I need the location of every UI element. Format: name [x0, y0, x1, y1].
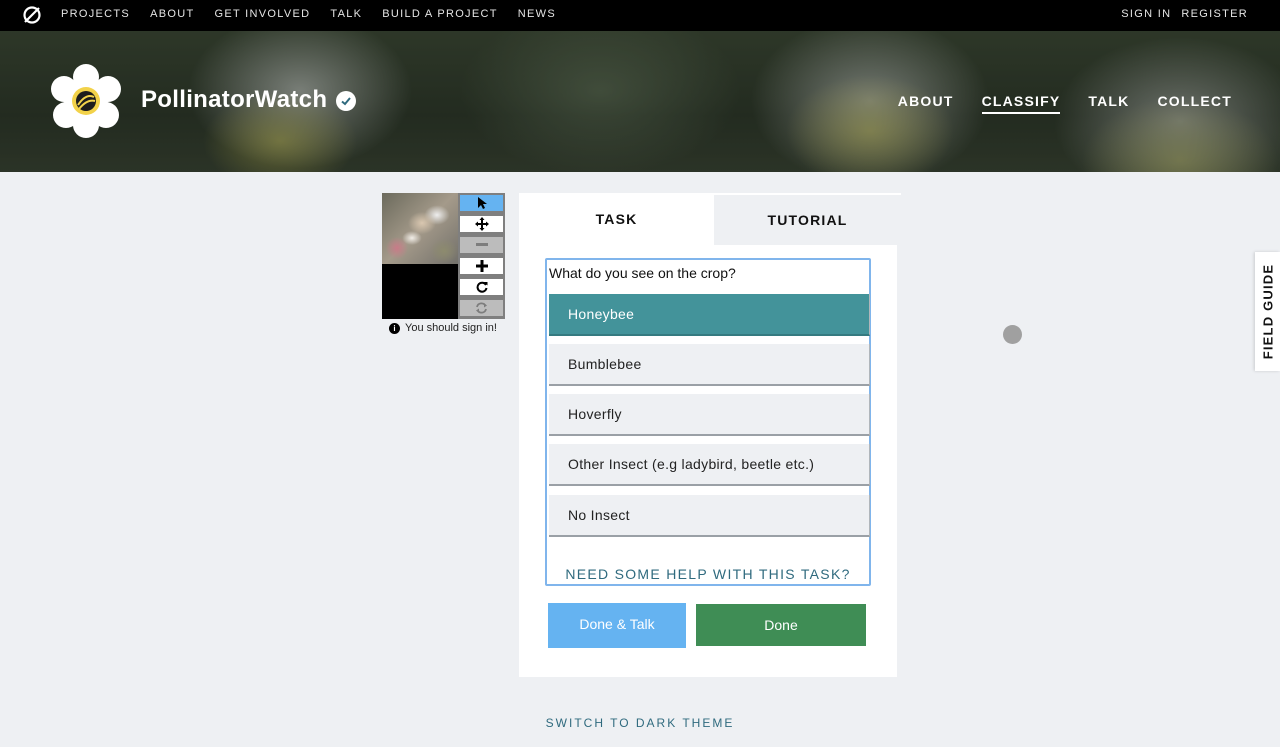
answer-honeybee[interactable]: Honeybee — [549, 294, 870, 336]
project-nav-talk[interactable]: TALK — [1088, 93, 1129, 114]
info-icon: i — [389, 322, 400, 334]
image-toolbar — [458, 193, 505, 319]
move-tool-button[interactable] — [460, 216, 503, 232]
zoom-out-button[interactable] — [460, 237, 503, 253]
project-nav-collect[interactable]: COLLECT — [1157, 93, 1232, 114]
done-and-talk-button[interactable]: Done & Talk — [548, 603, 686, 648]
top-navbar: PROJECTS ABOUT GET INVOLVED TALK BUILD A… — [0, 0, 1280, 31]
sign-in-notice: i You should sign in! — [389, 322, 497, 334]
zoom-in-button[interactable] — [460, 258, 503, 274]
reset-icon — [476, 302, 487, 314]
task-panel: TASK TUTORIAL What do you see on the cro… — [519, 193, 901, 677]
nav-talk[interactable]: TALK — [330, 8, 362, 20]
tab-tutorial[interactable]: TUTORIAL — [714, 193, 901, 245]
sign-in-link[interactable]: SIGN IN — [1121, 8, 1171, 20]
answer-no-insect[interactable]: No Insect — [549, 495, 870, 537]
pointer-icon — [477, 197, 487, 209]
register-link[interactable]: REGISTER — [1181, 8, 1248, 20]
move-icon — [474, 217, 489, 231]
field-guide-tab[interactable]: FIELD GUIDE — [1255, 252, 1280, 371]
zooniverse-logo-icon[interactable] — [22, 5, 42, 25]
nav-get-involved[interactable]: GET INVOLVED — [214, 8, 310, 20]
auth-links: SIGN IN REGISTER — [1121, 8, 1248, 20]
answer-hoverfly[interactable]: Hoverfly — [549, 394, 870, 436]
tab-task[interactable]: TASK — [519, 193, 714, 245]
task-question: What do you see on the crop? — [549, 265, 736, 281]
answer-bumblebee[interactable]: Bumblebee — [549, 344, 870, 386]
project-nav-about[interactable]: ABOUT — [898, 93, 954, 114]
reset-view-button[interactable] — [460, 300, 503, 316]
rotate-icon — [476, 281, 487, 293]
loading-dot — [1003, 325, 1022, 344]
project-avatar[interactable] — [48, 63, 124, 139]
field-guide-label: FIELD GUIDE — [1260, 263, 1276, 360]
site-links: PROJECTS ABOUT GET INVOLVED TALK BUILD A… — [61, 8, 576, 20]
project-nav: ABOUT CLASSIFY TALK COLLECT — [898, 93, 1232, 114]
nav-build-a-project[interactable]: BUILD A PROJECT — [382, 8, 497, 20]
pointer-tool-button[interactable] — [460, 195, 503, 211]
project-nav-classify[interactable]: CLASSIFY — [981, 93, 1061, 114]
task-tabs: TASK TUTORIAL — [519, 193, 901, 245]
nav-news[interactable]: NEWS — [518, 8, 556, 20]
nav-about[interactable]: ABOUT — [150, 8, 194, 20]
zoom-in-icon — [475, 260, 488, 272]
task-help-link[interactable]: NEED SOME HELP WITH THIS TASK? — [547, 566, 869, 582]
verified-badge-icon — [336, 91, 356, 111]
task-question-box: What do you see on the crop? Honeybee Bu… — [545, 258, 871, 586]
project-title[interactable]: PollinatorWatch — [141, 86, 327, 114]
nav-projects[interactable]: PROJECTS — [61, 8, 130, 20]
done-button[interactable]: Done — [696, 604, 866, 646]
answer-other-insect[interactable]: Other Insect (e.g ladybird, beetle etc.) — [549, 444, 870, 486]
dark-theme-toggle[interactable]: SWITCH TO DARK THEME — [0, 716, 1280, 730]
zoom-out-icon — [475, 243, 488, 246]
sign-in-notice-text: You should sign in! — [405, 322, 497, 334]
project-header: PollinatorWatch ABOUT CLASSIFY TALK COLL… — [0, 31, 1280, 172]
rotate-button[interactable] — [460, 279, 503, 295]
subject-image-viewer[interactable] — [382, 193, 458, 319]
subject-image[interactable] — [382, 193, 458, 264]
